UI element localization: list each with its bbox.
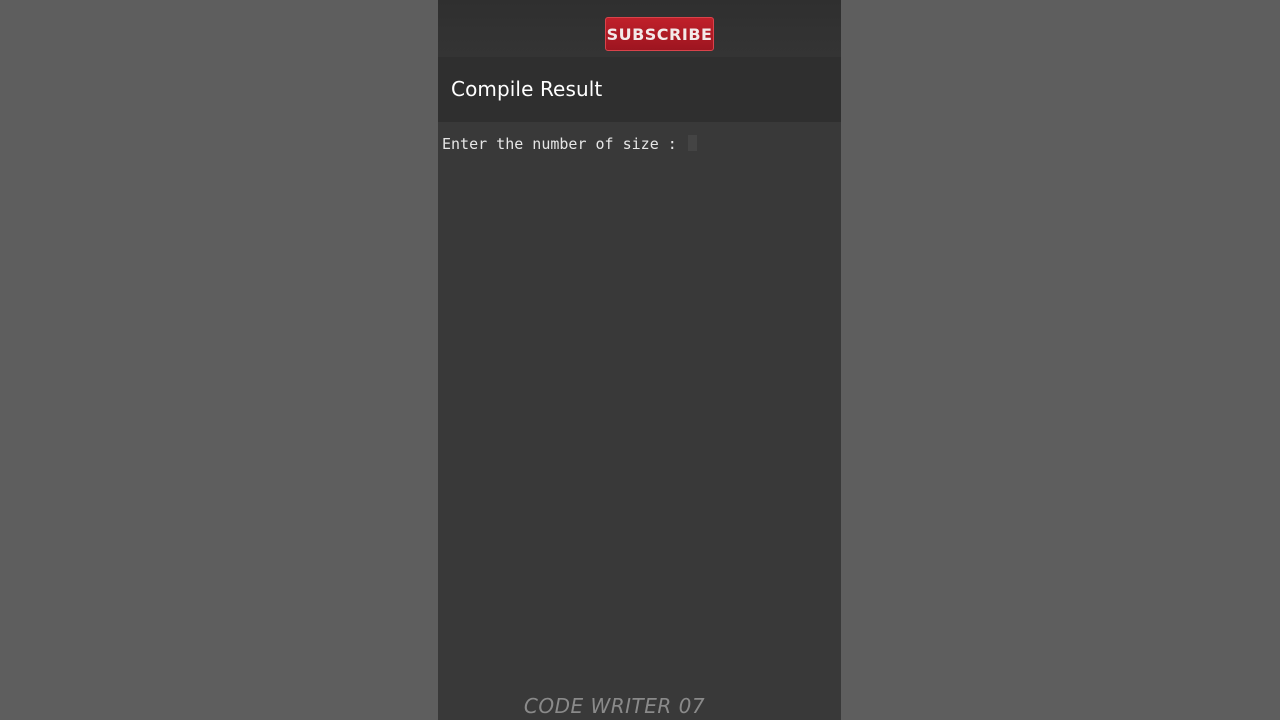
phone-screen: SUBSCRIBE Compile Result Enter the numbe… [438, 0, 841, 720]
console-output[interactable]: Enter the number of size : [442, 135, 697, 153]
watermark-text: CODE WRITER 07 [523, 694, 706, 718]
subscribe-button[interactable]: SUBSCRIBE [605, 17, 714, 51]
channel-watermark: CODE WRITER 07 [438, 694, 841, 718]
console-output-text: Enter the number of size : [442, 135, 686, 153]
page-title: Compile Result [451, 77, 603, 101]
text-cursor [687, 135, 697, 151]
app-bar: Compile Result [438, 57, 841, 122]
